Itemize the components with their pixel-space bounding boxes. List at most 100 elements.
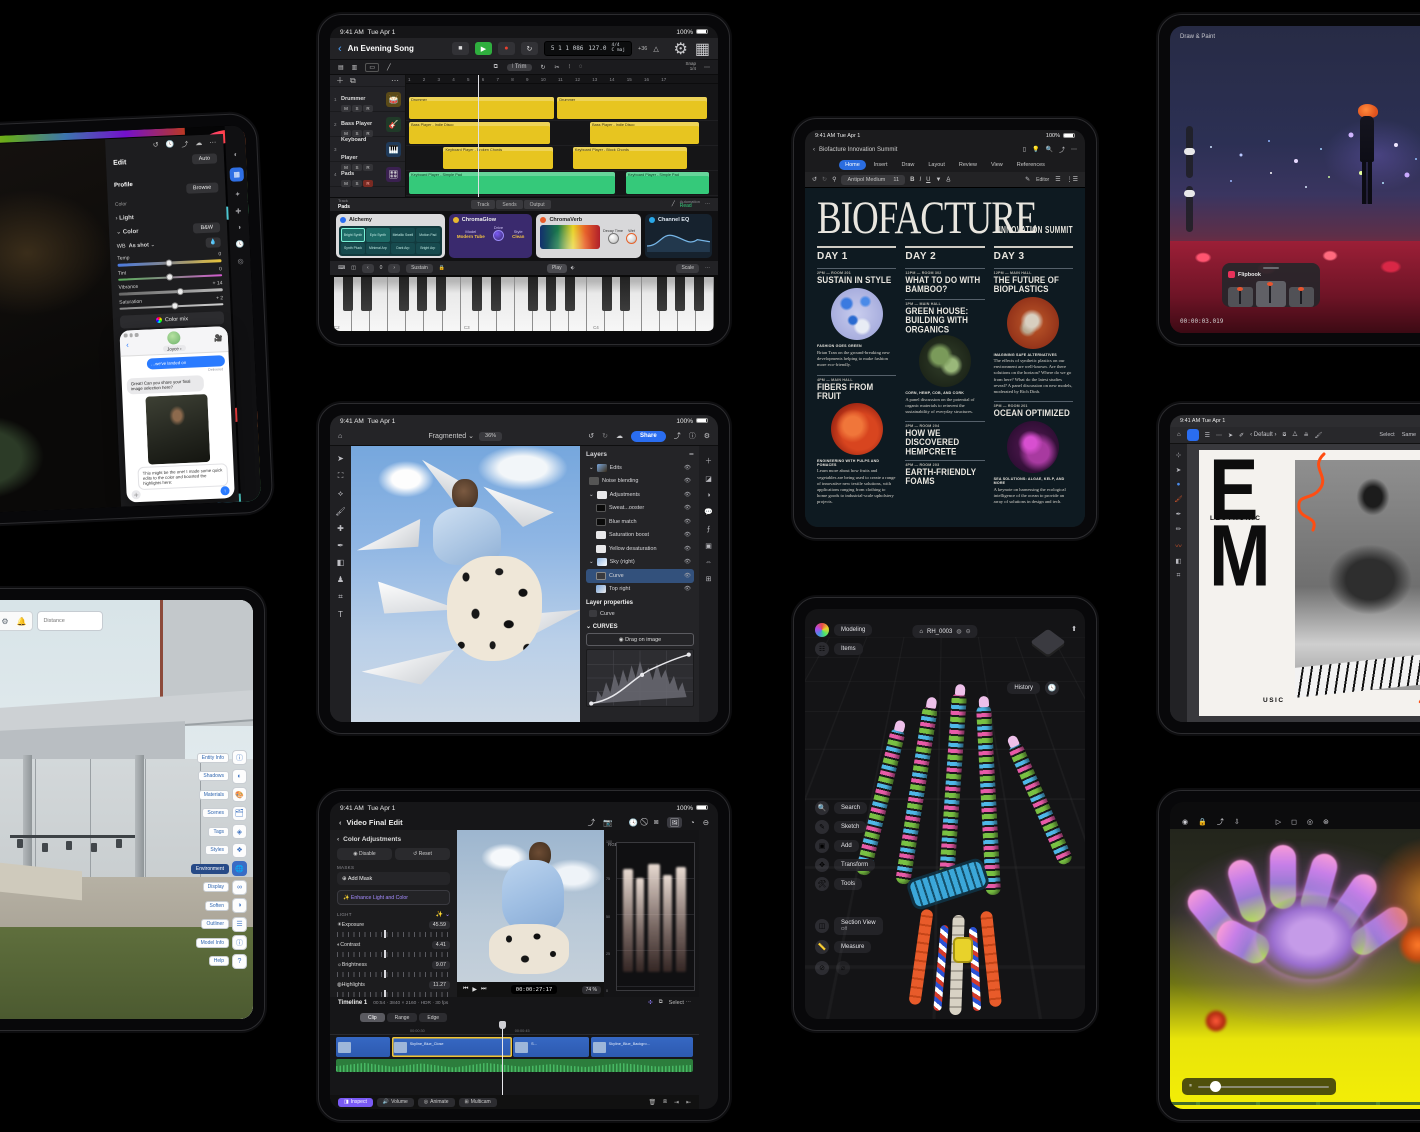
- more-icon[interactable]: ⋯: [1216, 432, 1222, 439]
- join-icon[interactable]: ⦙: [569, 64, 570, 71]
- outliner-button[interactable]: Outliner☰: [191, 917, 247, 932]
- scenes-button[interactable]: Scenes🗂: [191, 806, 247, 821]
- reset-button[interactable]: ↺ Reset: [395, 848, 450, 860]
- scopes-icon[interactable]: ◔: [690, 817, 695, 828]
- timeline[interactable]: Timeline 1 00:54 · 3840 × 2160 · HDR · 3…: [330, 997, 699, 1095]
- expand-icon[interactable]: ⌄: [589, 492, 594, 498]
- clip[interactable]: S…: [513, 1037, 589, 1057]
- doc-name[interactable]: Biofacture Innovation Summit: [819, 147, 897, 153]
- contrast-slider[interactable]: ◐ Contrast4.41: [337, 941, 450, 957]
- zoom-level[interactable]: 36%: [479, 432, 502, 441]
- font-picker[interactable]: Antipol Medium11: [841, 175, 905, 185]
- erase-icon[interactable]: ◌: [579, 64, 583, 71]
- menu-select[interactable]: Select: [1379, 432, 1394, 438]
- redo-icon[interactable]: ↻: [822, 176, 827, 183]
- select-mode[interactable]: Select ⋯: [669, 1000, 691, 1006]
- lock-icon[interactable]: 🔒: [439, 265, 445, 271]
- footer-more-icon[interactable]: ⋯: [705, 201, 710, 207]
- visibility-icon[interactable]: 👁: [684, 505, 691, 511]
- wb-control[interactable]: WB As shot ⌄: [117, 243, 155, 251]
- arrange-lanes[interactable]: 1 2 3 4 5 6 7 8 9 10 11 12 13 14 15 16 1…: [406, 75, 718, 197]
- dup-track-icon[interactable]: ⧉: [350, 76, 356, 86]
- layer-row[interactable]: Noise blending👁: [586, 475, 694, 489]
- items-icon[interactable]: ☷: [815, 642, 829, 656]
- visibility-icon[interactable]: 👁: [684, 465, 691, 471]
- clip[interactable]: [336, 1037, 390, 1057]
- settings-icon[interactable]: ⚙: [674, 39, 688, 59]
- avatar[interactable]: [167, 331, 181, 345]
- frame-thumbnail[interactable]: [1289, 287, 1314, 307]
- home-icon[interactable]: ⌂: [1177, 432, 1181, 438]
- eyedropper-button[interactable]: 💧: [206, 238, 221, 249]
- visibility-icon[interactable]: 👁: [684, 478, 691, 484]
- piano-black-key[interactable]: [694, 277, 704, 311]
- drive-knob[interactable]: Drive: [493, 225, 504, 242]
- playhead[interactable]: [502, 1027, 503, 1095]
- editor-icon[interactable]: ✎: [1025, 176, 1030, 183]
- mask-icon[interactable]: ◪: [705, 475, 712, 483]
- region[interactable]: Drummer: [409, 97, 554, 119]
- bar-ruler[interactable]: 1 2 3 4 5 6 7 8 9 10 11 12 13 14 15 16 1…: [406, 75, 718, 84]
- messages-window[interactable]: ‹ Joyce › 🎥 …we've landed on Delivered G…: [119, 326, 234, 503]
- editor-label[interactable]: Editor: [1036, 177, 1049, 183]
- region[interactable]: Keyboard Player - Simple Pad: [409, 172, 615, 194]
- transform-button[interactable]: Transform: [834, 859, 875, 871]
- lightbulb-icon[interactable]: 💡: [1032, 145, 1039, 154]
- transform-icon[interactable]: ✥: [815, 858, 829, 872]
- region[interactable]: Bass Player - Indie Disco: [409, 122, 549, 144]
- clone-tool-icon[interactable]: ♟: [337, 575, 344, 584]
- enhance-button[interactable]: ✨ Enhance Light and Color: [337, 890, 450, 905]
- window-dot[interactable]: [135, 333, 139, 337]
- clip-skimmer-icon[interactable]: ⧉: [659, 999, 663, 1006]
- split-icon[interactable]: ✂: [555, 64, 560, 71]
- rotate-icon[interactable]: ↻: [541, 64, 546, 71]
- sustain-button[interactable]: Sustain: [406, 264, 433, 273]
- minimize-icon[interactable]: ⊖: [703, 817, 709, 828]
- modeling-button[interactable]: Modeling: [834, 624, 872, 636]
- expand-icon[interactable]: ⇔: [705, 559, 712, 566]
- settings-icon[interactable]: ⚙: [1, 617, 8, 626]
- region-tool-icon[interactable]: ▭: [365, 63, 379, 72]
- piano-black-key[interactable]: [675, 277, 685, 311]
- document-switcher[interactable]: ⌂ RH_0003 ◍ ⊖: [912, 625, 977, 638]
- pencil-tool-icon[interactable]: ✏: [1176, 525, 1181, 533]
- bullets-icon[interactable]: ☰: [1055, 176, 1060, 183]
- photo-canvas[interactable]: [0, 139, 121, 519]
- brush-icon[interactable]: 🖌: [1315, 432, 1323, 439]
- visibility-icon[interactable]: 👁: [684, 586, 691, 592]
- expand-icon[interactable]: ⌄: [589, 559, 594, 565]
- comment-icon[interactable]: 💬: [704, 508, 713, 516]
- header-more-icon[interactable]: ⋯: [391, 76, 399, 85]
- solo-button[interactable]: S: [352, 105, 362, 112]
- keyboard-icon[interactable]: ⌨: [338, 265, 345, 271]
- add-layer-icon[interactable]: ＋: [705, 456, 712, 466]
- visibility-icon[interactable]: 👁: [684, 573, 691, 579]
- visibility-icon[interactable]: 👁: [684, 492, 691, 498]
- persona-icon[interactable]: [1187, 429, 1199, 441]
- save-icon[interactable]: ⇩: [1234, 818, 1240, 826]
- piano-black-key[interactable]: [343, 277, 353, 311]
- layer-row[interactable]: ⌄Edits👁: [586, 461, 694, 475]
- record-button[interactable]: ●: [498, 42, 515, 55]
- play-icon[interactable]: ▷: [1276, 818, 1281, 826]
- brush-size-slider[interactable]: [1186, 126, 1193, 178]
- piano-black-key[interactable]: [565, 277, 575, 311]
- octave-up-button[interactable]: ›: [388, 264, 400, 273]
- pause-icon[interactable]: ⏸: [1189, 1083, 1192, 1090]
- items-button[interactable]: Items: [834, 643, 863, 655]
- decay-knob[interactable]: Decay Time: [603, 229, 623, 245]
- preset-button[interactable]: Synth Pluck: [341, 243, 365, 255]
- brush-tool-icon[interactable]: 🖌: [335, 507, 345, 516]
- export-icon[interactable]: ⤴: [1217, 817, 1224, 827]
- tab-view[interactable]: View: [985, 160, 1009, 170]
- tools-button[interactable]: Tools: [834, 878, 862, 890]
- undo-icon[interactable]: ↺: [812, 176, 817, 183]
- search-icon[interactable]: 🔍: [1046, 145, 1053, 154]
- node-tool-icon[interactable]: ✐: [1239, 432, 1244, 439]
- add-icon[interactable]: ▣: [815, 839, 829, 853]
- doc-name[interactable]: Fragmented ⌄: [428, 432, 474, 440]
- select-tool-icon[interactable]: ⊹: [1176, 451, 1181, 459]
- track-header-keys[interactable]: 3 Keyboard Player MSR 🎹: [330, 137, 405, 162]
- help-button[interactable]: Help?: [191, 954, 247, 969]
- visibility-icon[interactable]: 👁: [684, 519, 691, 525]
